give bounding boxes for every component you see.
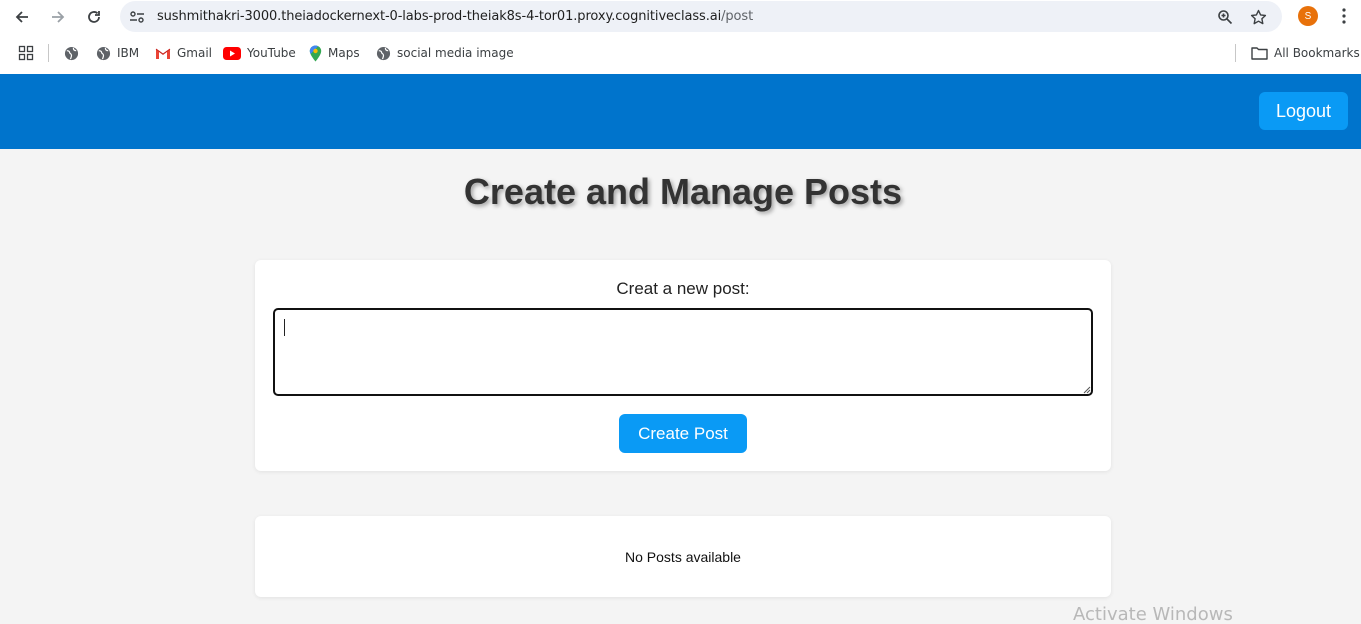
bookmark-star-icon[interactable] [1248,7,1268,27]
all-bookmarks-button[interactable]: All Bookmarks [1251,44,1360,62]
address-bar[interactable]: sushmithakri-3000.theiadockernext-0-labs… [120,1,1282,32]
back-arrow-icon [15,11,28,23]
gmail-icon [155,48,171,59]
bookmark-globe[interactable] [64,44,79,62]
globe-icon [376,46,391,60]
bookmark-maps[interactable]: Maps [309,44,360,62]
bookmark-gmail[interactable]: Gmail [155,44,212,62]
bookmark-ibm[interactable]: IBM [96,44,139,62]
activate-windows-watermark: Activate Windows [1073,604,1233,624]
forward-button[interactable] [46,5,70,29]
bookmark-label: IBM [117,46,140,60]
browser-menu-icon[interactable] [1335,6,1353,26]
bookmark-label: Maps [328,46,360,60]
zoom-icon[interactable] [1215,7,1235,27]
globe-icon [64,46,79,60]
post-textarea[interactable] [273,308,1093,396]
page-title: Create and Manage Posts [463,171,903,212]
apps-grid-icon[interactable] [18,44,34,62]
bookmark-youtube[interactable]: YouTube [223,44,296,62]
youtube-icon [223,46,241,60]
create-post-label: Creat a new post: [616,279,750,298]
url-host: sushmithakri-3000.theiadockernext-0-labs… [157,9,722,24]
bookmark-social-media-image[interactable]: social media image [376,44,514,62]
bookmark-label: social media image [397,46,514,60]
create-post-button[interactable]: Create Post [619,414,747,453]
resize-grip-icon[interactable] [1083,386,1091,394]
globe-icon [96,46,111,60]
maps-icon [309,45,322,61]
create-post-card: Creat a new post: Create Post [255,260,1111,471]
bookmarks-bar: IBM Gmail YouTube Maps social media imag… [0,33,1361,74]
logout-button[interactable]: Logout [1259,92,1348,130]
bookmark-label: Gmail [177,46,213,60]
text-cursor [284,319,285,336]
site-info-icon[interactable] [128,8,146,26]
bookmark-label: YouTube [247,46,296,60]
url-path: /post [721,9,754,24]
profile-avatar[interactable]: S [1298,6,1318,26]
bookmarks-separator [48,44,49,62]
back-button[interactable] [10,5,34,29]
forward-arrow-icon [52,11,65,23]
reload-icon [88,11,100,23]
profile-initial: S [1304,10,1312,22]
url-text[interactable]: sushmithakri-3000.theiadockernext-0-labs… [157,9,753,24]
reload-button[interactable] [82,5,106,29]
browser-toolbar: sushmithakri-3000.theiadockernext-0-labs… [0,0,1361,33]
posts-list-card: No Posts available [255,516,1111,597]
all-bookmarks-label: All Bookmarks [1274,46,1360,60]
bookmarks-separator [1235,44,1236,62]
folder-icon [1251,47,1268,60]
empty-posts-message: No Posts available [625,549,741,565]
app-header: Logout [0,74,1361,149]
